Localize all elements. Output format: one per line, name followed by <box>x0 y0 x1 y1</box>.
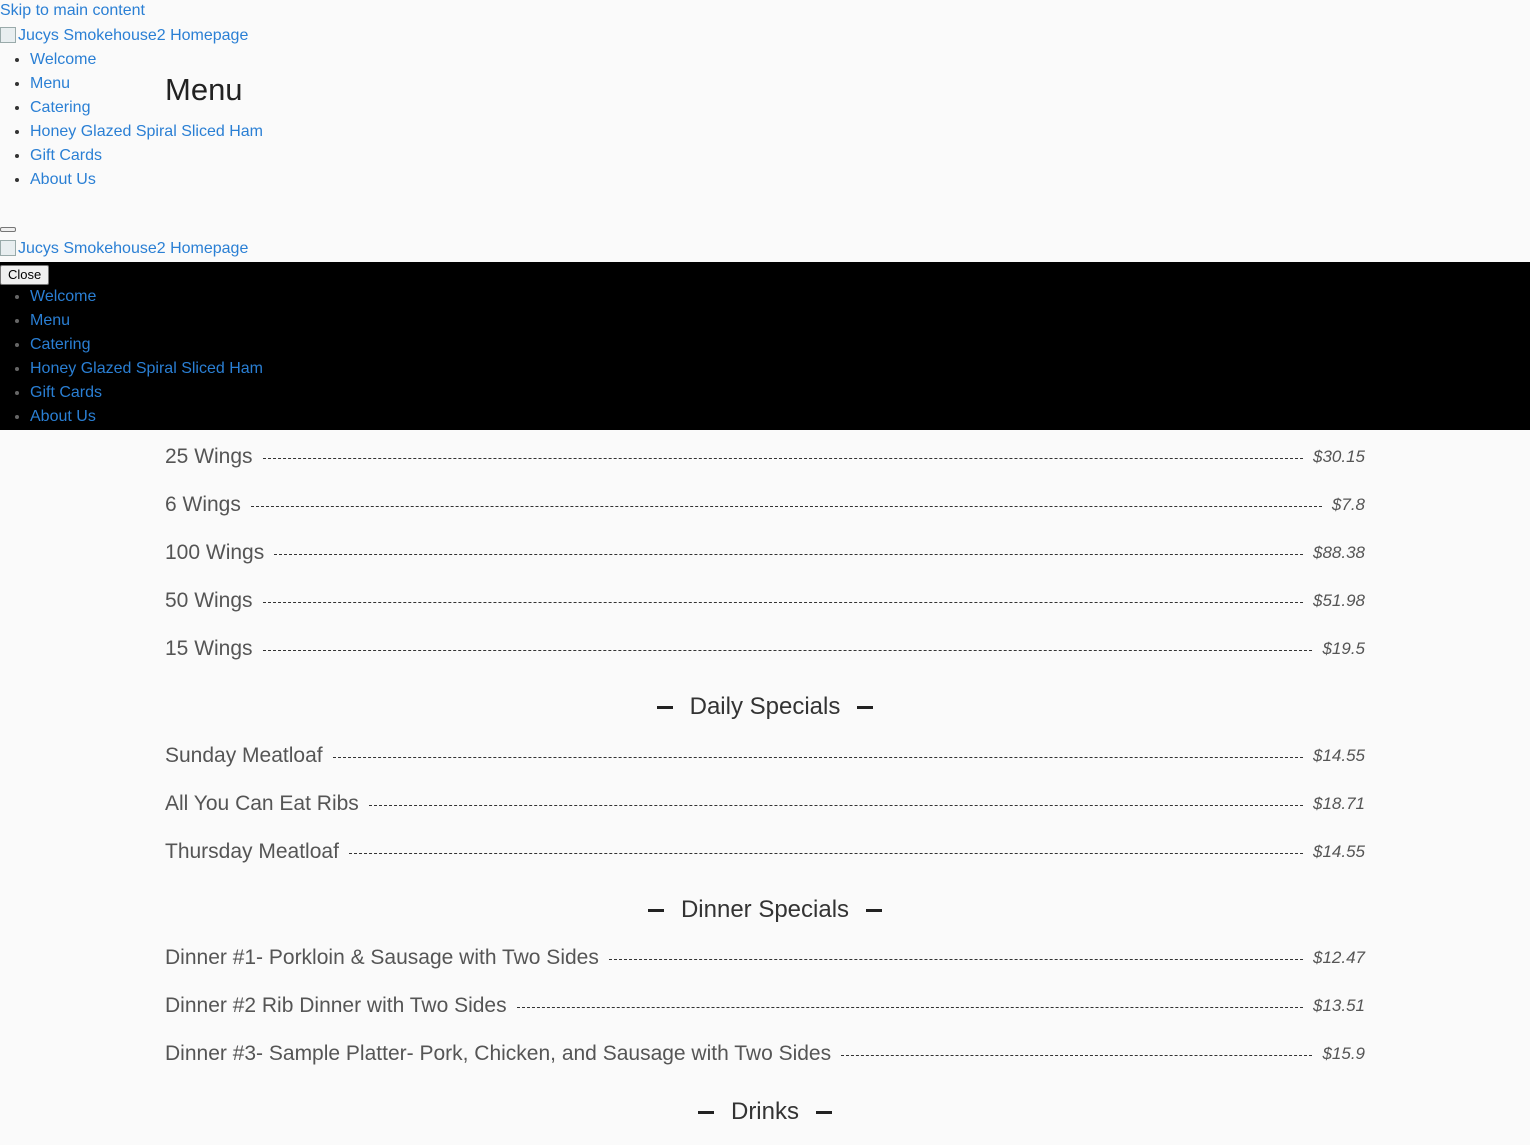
close-button[interactable]: Close <box>0 265 50 285</box>
menu-item: Dinner #3- Sample Platter- Pork, Chicken… <box>165 1039 1365 1069</box>
dotted-leader <box>274 553 1303 555</box>
menu-item-price: $14.55 <box>1313 746 1365 765</box>
menu-item-price: $15.9 <box>1322 1044 1365 1063</box>
heading-dash <box>857 705 874 709</box>
logo-alt-text: Jucys Smokehouse2 Homepage <box>18 240 249 257</box>
section-heading-drinks: Drinks <box>165 1096 1365 1128</box>
heading-dash <box>866 908 883 912</box>
menu-item-name: Dinner #3- Sample Platter- Pork, Chicken… <box>165 1042 832 1065</box>
nav-item-welcome[interactable]: Welcome <box>30 51 96 68</box>
mobile-nav-item-gift-cards[interactable]: Gift Cards <box>30 384 102 401</box>
dotted-leader <box>250 505 1322 507</box>
menu-item: 25 Wings $30.15 <box>165 442 1365 472</box>
mobile-nav-item-ham[interactable]: Honey Glazed Spiral Sliced Ham <box>30 360 263 377</box>
menu-item-price: $51.98 <box>1313 591 1365 610</box>
menu-item-name: Sunday Meatloaf <box>165 744 323 767</box>
dotted-leader <box>608 958 1303 960</box>
menu-item: Thursday Meatloaf $14.55 <box>165 837 1365 867</box>
dotted-leader <box>262 601 1303 603</box>
menu-item-name: Dinner #1- Porkloin & Sausage with Two S… <box>165 946 599 969</box>
menu-item: Dinner #2 Rib Dinner with Two Sides $13.… <box>165 991 1365 1021</box>
logo-alt-text: Jucys Smokehouse2 Homepage <box>18 27 249 44</box>
section-heading-label: Dinner Specials <box>680 896 850 923</box>
menu-item-name: 25 Wings <box>165 445 253 468</box>
dotted-leader <box>516 1006 1303 1008</box>
dotted-leader <box>368 804 1303 806</box>
menu-item-name: 6 Wings <box>165 493 241 516</box>
dotted-leader <box>841 1054 1313 1056</box>
mobile-menu-toggle-button[interactable] <box>0 227 16 232</box>
menu-item-price: $88.38 <box>1313 543 1365 562</box>
main-nav: Welcome Menu Catering Honey Glazed Spira… <box>0 48 263 192</box>
nav-item-about-us[interactable]: About Us <box>30 171 96 188</box>
menu-item-name: 15 Wings <box>165 637 253 660</box>
menu-item: Dinner #1- Porkloin & Sausage with Two S… <box>165 943 1365 973</box>
mobile-logo-home-link[interactable]: Jucys Smokehouse2 Homepage <box>0 240 248 258</box>
menu-item-name: All You Can Eat Ribs <box>165 792 359 815</box>
menu-item: 15 Wings $19.5 <box>165 634 1365 664</box>
mobile-nav-item-menu[interactable]: Menu <box>30 312 70 329</box>
section-heading-label: Drinks <box>730 1098 799 1125</box>
section-heading-label: Daily Specials <box>689 693 841 720</box>
section-heading-dinner-specials: Dinner Specials <box>165 894 1365 926</box>
menu-item: All You Can Eat Ribs $18.71 <box>165 789 1365 819</box>
broken-image-icon <box>0 27 16 43</box>
menu-item-price: $7.8 <box>1331 495 1365 514</box>
mobile-nav-item-about-us[interactable]: About Us <box>30 408 96 425</box>
heading-dash <box>656 705 673 709</box>
nav-item-catering[interactable]: Catering <box>30 99 90 116</box>
dotted-leader <box>348 852 1303 854</box>
heading-dash <box>816 1110 832 1114</box>
menu-item-price: $12.47 <box>1313 948 1365 967</box>
menu-item-name: Dinner #2 Rib Dinner with Two Sides <box>165 994 507 1017</box>
nav-item-menu[interactable]: Menu <box>30 75 70 92</box>
mobile-nav-item-catering[interactable]: Catering <box>30 336 90 353</box>
logo-home-link[interactable]: Jucys Smokehouse2 Homepage <box>0 27 248 45</box>
menu-item-price: $13.51 <box>1313 996 1365 1015</box>
heading-dash <box>697 1110 714 1114</box>
section-heading-daily-specials: Daily Specials <box>165 691 1365 723</box>
menu-item: 6 Wings $7.8 <box>165 490 1365 520</box>
menu-item: 50 Wings $51.98 <box>165 586 1365 616</box>
dotted-leader <box>262 649 1313 651</box>
skip-to-main-link[interactable]: Skip to main content <box>0 2 145 20</box>
menu-item-name: 50 Wings <box>165 589 253 612</box>
mobile-nav-item-welcome[interactable]: Welcome <box>30 288 96 305</box>
broken-image-icon <box>0 240 16 256</box>
menu-item: 100 Wings $88.38 <box>165 538 1365 568</box>
nav-item-ham[interactable]: Honey Glazed Spiral Sliced Ham <box>30 123 263 140</box>
menu-item-price: $30.15 <box>1313 447 1365 466</box>
page-title: Menu <box>165 72 243 107</box>
menu-item-name: 100 Wings <box>165 541 265 564</box>
menu-item-price: $19.5 <box>1322 639 1365 658</box>
heading-dash <box>647 908 664 912</box>
dotted-leader <box>262 457 1303 459</box>
menu-item-name: Thursday Meatloaf <box>165 840 339 863</box>
mobile-nav-overlay: Close Welcome Menu Catering Honey Glazed… <box>0 262 1530 430</box>
menu-item: Sunday Meatloaf $14.55 <box>165 741 1365 771</box>
menu-item-price: $18.71 <box>1313 794 1365 813</box>
menu-item-price: $14.55 <box>1313 842 1365 861</box>
dotted-leader <box>332 756 1303 758</box>
mobile-nav: Welcome Menu Catering Honey Glazed Spira… <box>0 285 263 429</box>
nav-item-gift-cards[interactable]: Gift Cards <box>30 147 102 164</box>
